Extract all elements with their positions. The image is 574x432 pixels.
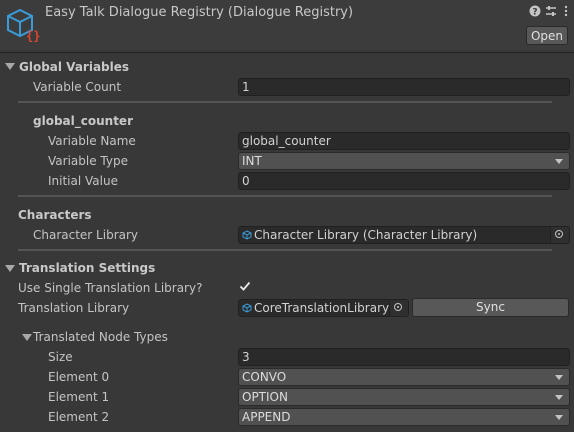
variable-type-dropdown[interactable]: INT — [238, 152, 570, 170]
element-2-label: Element 2 — [48, 410, 110, 424]
element-1-label: Element 1 — [48, 390, 110, 404]
settings-sliders-icon[interactable] — [544, 5, 558, 19]
checkmark-icon — [239, 281, 251, 291]
element-0-label: Element 0 — [48, 370, 110, 384]
translation-library-value: CoreTranslationLibrary ( — [254, 301, 398, 315]
inspector-header: {} Easy Talk Dialogue Registry (Dialogue… — [0, 0, 574, 50]
translation-settings-header[interactable]: Translation Settings — [19, 258, 155, 278]
element-0-dropdown[interactable]: CONVO — [238, 368, 570, 386]
translation-library-field[interactable]: CoreTranslationLibrary ( — [238, 299, 409, 317]
character-library-field[interactable]: Character Library (Character Library) — [238, 226, 570, 244]
svg-text:{}: {} — [26, 29, 40, 42]
open-button[interactable]: Open — [526, 26, 568, 45]
size-input[interactable]: 3 — [238, 348, 570, 366]
chevron-down-icon — [555, 415, 563, 420]
more-vertical-icon[interactable] — [559, 5, 573, 19]
scriptable-object-icon — [242, 303, 252, 313]
node-types-header[interactable]: Translated Node Types — [33, 327, 168, 347]
initial-value-label: Initial Value — [48, 174, 118, 188]
separator — [18, 101, 552, 103]
characters-header: Characters — [18, 208, 92, 222]
header-divider — [0, 52, 574, 53]
size-label: Size — [48, 350, 73, 364]
translation-library-label: Translation Library — [18, 301, 130, 315]
scriptable-object-icon — [242, 230, 252, 240]
sync-button[interactable]: Sync — [412, 298, 569, 317]
help-icon[interactable]: ? — [528, 5, 542, 19]
element-1-dropdown[interactable]: OPTION — [238, 388, 570, 406]
variable-count-label: Variable Count — [33, 80, 122, 94]
variable-header: global_counter — [33, 114, 133, 128]
svg-text:?: ? — [532, 8, 537, 18]
character-library-value: Character Library (Character Library) — [254, 228, 478, 242]
element-2-value: APPEND — [242, 410, 291, 424]
separator — [18, 195, 552, 197]
variable-type-label: Variable Type — [48, 154, 128, 168]
translation-settings-foldout-icon[interactable] — [5, 265, 15, 272]
variable-count-input[interactable]: 1 — [238, 78, 570, 96]
element-1-value: OPTION — [242, 390, 288, 404]
chevron-down-icon — [555, 395, 563, 400]
single-library-label: Use Single Translation Library? — [18, 281, 203, 295]
global-variables-header[interactable]: Global Variables — [19, 57, 129, 77]
chevron-down-icon — [555, 375, 563, 380]
global-variables-foldout-icon[interactable] — [5, 63, 15, 70]
node-types-foldout-icon[interactable] — [22, 334, 32, 341]
inspector-title: Easy Talk Dialogue Registry (Dialogue Re… — [45, 5, 354, 20]
initial-value-input[interactable]: 0 — [238, 172, 570, 190]
single-library-checkbox[interactable] — [239, 280, 253, 294]
variable-name-label: Variable Name — [48, 134, 136, 148]
dialogue-registry-icon: {} — [7, 8, 40, 42]
element-2-dropdown[interactable]: APPEND — [238, 408, 570, 426]
variable-name-input[interactable]: global_counter — [238, 132, 570, 150]
separator — [18, 249, 552, 251]
object-picker-icon[interactable] — [389, 300, 408, 316]
character-library-label: Character Library — [33, 228, 139, 242]
object-picker-icon[interactable] — [550, 227, 569, 243]
chevron-down-icon — [555, 159, 563, 164]
element-0-value: CONVO — [242, 370, 287, 384]
variable-type-value: INT — [242, 154, 262, 168]
